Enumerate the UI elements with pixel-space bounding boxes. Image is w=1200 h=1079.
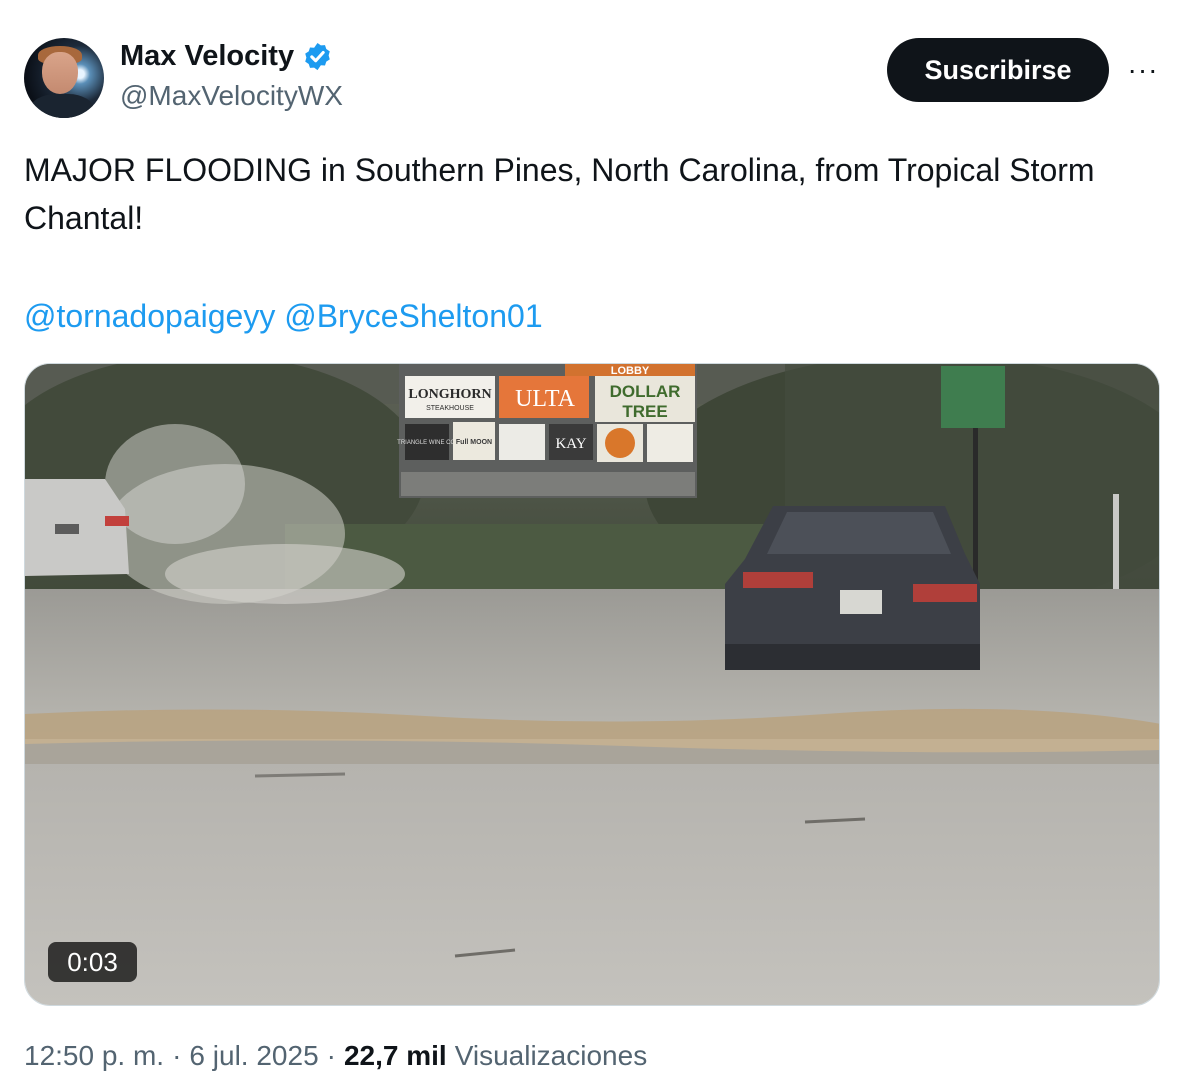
mention-link[interactable]: @BryceShelton01 <box>284 298 542 334</box>
tweet-text: MAJOR FLOODING in Southern Pines, North … <box>24 152 1095 236</box>
sign-tree-label: TREE <box>622 402 667 421</box>
sign-lobby-label: LOBBY <box>611 365 650 377</box>
tweet-mentions: @tornadopaigeyy @BryceShelton01 <box>24 292 543 340</box>
sign-ulta-label: ULTA <box>515 386 576 412</box>
sign-dollar-label: DOLLAR <box>610 382 681 401</box>
sign-triangle-label: TRIANGLE WINE CO. <box>397 440 457 446</box>
verified-badge-icon <box>305 42 330 71</box>
meta-separator: · <box>172 1040 182 1071</box>
video-player[interactable]: LOBBY LONGHORN STEAKHOUSE ULTA DOLLAR TR… <box>24 363 1160 1006</box>
avatar-face <box>42 52 78 94</box>
avatar-body <box>30 94 94 118</box>
author-display-name[interactable]: Max Velocity <box>120 40 294 73</box>
views-count: 22,7 mil <box>343 1040 447 1071</box>
video-duration-badge: 0:03 <box>48 942 137 982</box>
tweet-meta: 12:50 p. m. · 6 jul. 2025 · 22,7 mil Vis… <box>24 1040 647 1072</box>
sign-fullmoon-label: Full MOON <box>456 439 492 446</box>
subscribe-button[interactable]: Suscribirse <box>887 38 1109 102</box>
author-name-row[interactable]: Max Velocity <box>120 40 333 73</box>
author-handle[interactable]: @MaxVelocityWX <box>120 80 343 112</box>
video-frame: LOBBY LONGHORN STEAKHOUSE ULTA DOLLAR TR… <box>25 364 1159 1005</box>
meta-separator: · <box>326 1040 336 1071</box>
avatar[interactable] <box>24 38 104 118</box>
sign-longhorn-sub-label: STEAKHOUSE <box>426 405 474 412</box>
tweet-time[interactable]: 12:50 p. m. <box>24 1040 164 1072</box>
mention-link[interactable]: @tornadopaigeyy <box>24 298 275 334</box>
sign-longhorn-label: LONGHORN <box>408 387 491 402</box>
views-label: Visualizaciones <box>454 1040 648 1071</box>
tweet-date[interactable]: 6 jul. 2025 <box>189 1040 318 1072</box>
sign-kay-label: KAY <box>555 436 586 452</box>
more-options-icon[interactable]: ··· <box>1124 52 1162 88</box>
